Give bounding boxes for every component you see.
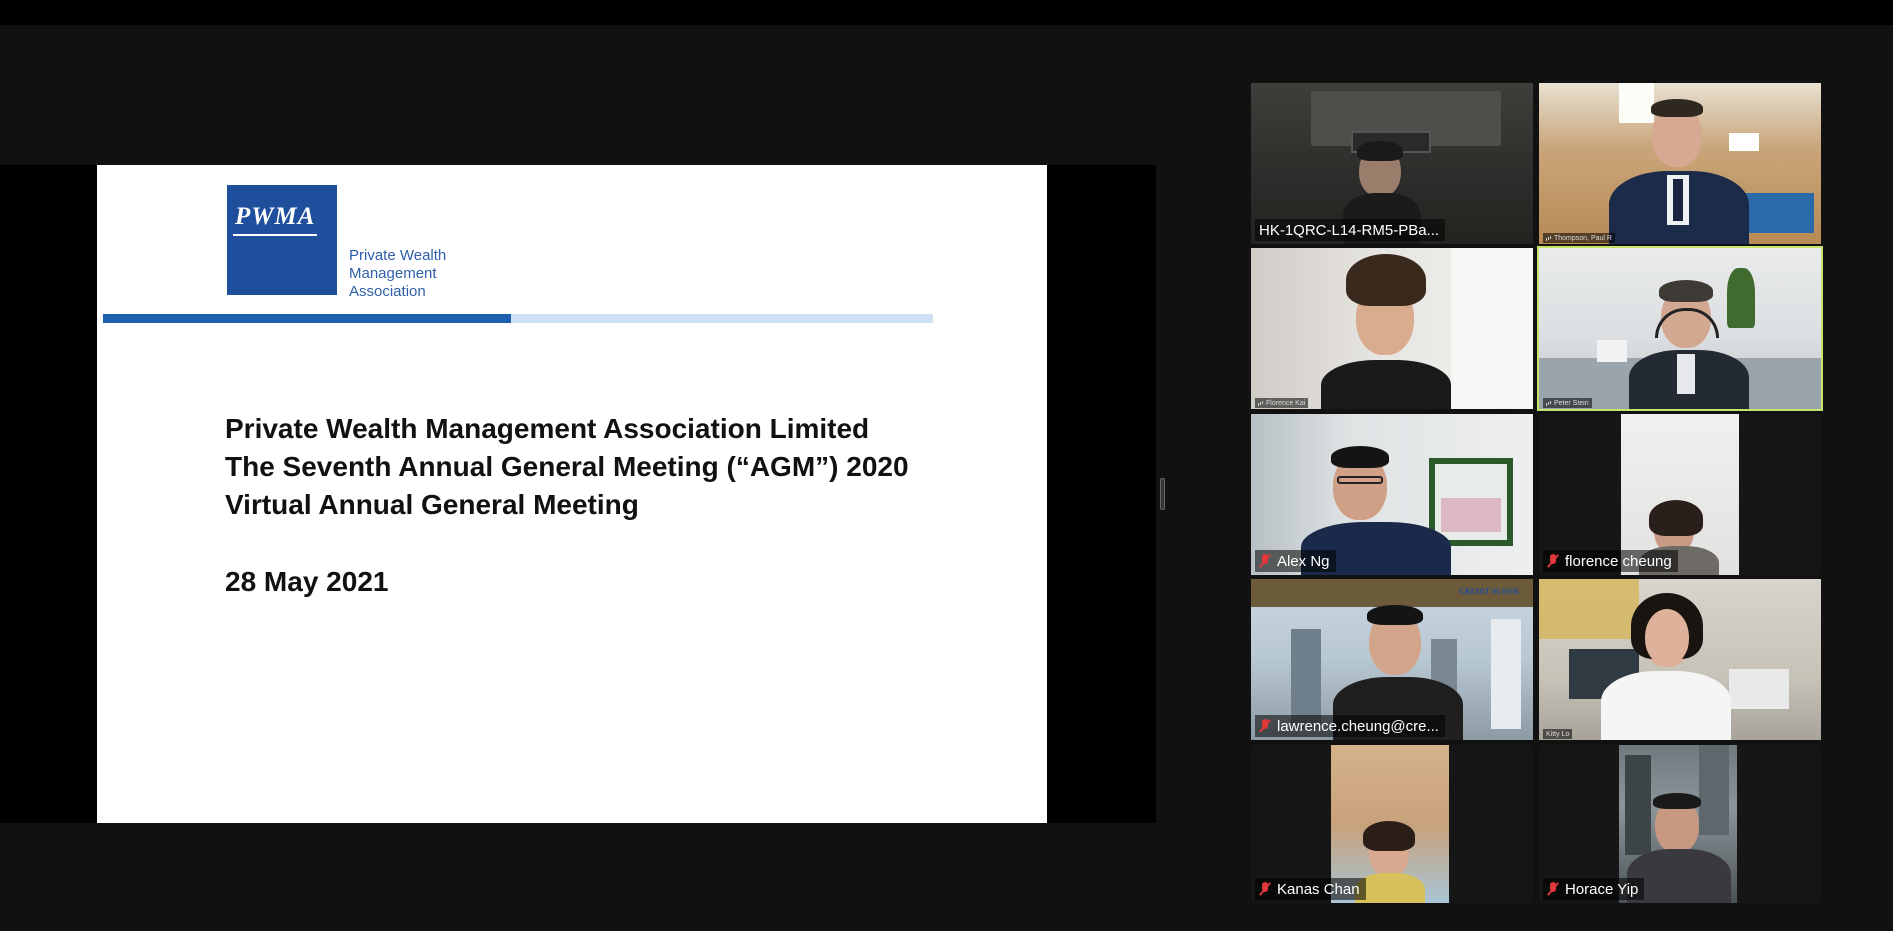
muted-microphone-icon <box>1547 554 1559 568</box>
participant-name-tag: Alex Ng <box>1255 550 1336 572</box>
participant-name-tag: Thompson, Paul R <box>1543 233 1615 243</box>
muted-microphone-icon <box>1547 882 1559 896</box>
participant-name-tag: Horace Yip <box>1543 878 1645 900</box>
participant-name-tag: lawrence.cheung@cre... <box>1255 715 1445 737</box>
video-tile[interactable]: Thompson, Paul R <box>1539 83 1821 244</box>
video-tile[interactable]: Horace Yip <box>1539 745 1821 903</box>
logo-subtitle-line-2: Management <box>349 265 437 282</box>
participant-name: Kanas Chan <box>1277 880 1360 898</box>
slide-date: 28 May 2021 <box>225 566 389 597</box>
signal-bars-icon <box>1546 235 1552 241</box>
participant-name-tag: Kitty Lo <box>1543 729 1573 739</box>
logo-subtitle-line-1: Private Wealth <box>349 247 447 264</box>
participant-name-tag: florence cheung <box>1543 550 1678 572</box>
participant-name: Florence Kai <box>1266 399 1306 407</box>
muted-microphone-icon <box>1259 882 1271 896</box>
participant-name: Kitty Lo <box>1546 730 1570 738</box>
video-tile[interactable]: Alex Ng <box>1251 414 1533 575</box>
participant-name: lawrence.cheung@cre... <box>1277 717 1439 735</box>
slide-title-line-3: Virtual Annual General Meeting <box>225 489 639 520</box>
video-tile[interactable]: Kitty Lo <box>1539 579 1821 740</box>
participant-name: HK-1QRC-L14-RM5-PBa... <box>1259 221 1440 239</box>
muted-microphone-icon <box>1259 554 1271 568</box>
slide-rule-light <box>511 314 933 323</box>
participant-name: Horace Yip <box>1565 880 1639 898</box>
signal-bars-icon <box>1258 400 1264 406</box>
muted-microphone-icon <box>1259 719 1271 733</box>
credit-suisse-watermark: CREDIT SUISSE <box>1459 587 1520 596</box>
participant-name-tag: Florence Kai <box>1255 398 1309 408</box>
window-top-bar <box>0 0 1893 25</box>
participant-name-tag: Peter Stein <box>1543 398 1592 408</box>
presentation-slide: PWMA Private Wealth Management Associati… <box>97 165 1047 823</box>
video-tile[interactable]: florence cheung <box>1539 414 1821 575</box>
participant-name: Peter Stein <box>1554 399 1589 407</box>
split-view-drag-handle[interactable] <box>1160 478 1165 510</box>
participant-name: Alex Ng <box>1277 552 1330 570</box>
shared-screen[interactable]: PWMA Private Wealth Management Associati… <box>0 165 1156 823</box>
participant-name-tag: HK-1QRC-L14-RM5-PBa... <box>1255 219 1446 241</box>
video-tile[interactable]: CREDIT SUISSE lawrence.cheung@cre... <box>1251 579 1533 740</box>
signal-bars-icon <box>1546 400 1552 406</box>
pwma-logo: PWMA <box>227 185 337 295</box>
video-tile-active-speaker[interactable]: Peter Stein <box>1537 246 1823 411</box>
participant-name: florence cheung <box>1565 552 1672 570</box>
video-tile[interactable]: HK-1QRC-L14-RM5-PBa... <box>1251 83 1533 244</box>
participant-name-tag: Kanas Chan <box>1255 878 1366 900</box>
slide-title-line-2: The Seventh Annual General Meeting (“AGM… <box>225 451 909 482</box>
slide-title-line-1: Private Wealth Management Association Li… <box>225 413 870 444</box>
logo-subtitle-line-3: Association <box>349 283 426 300</box>
video-tile[interactable]: Florence Kai <box>1251 248 1533 409</box>
participant-name: Thompson, Paul R <box>1554 234 1612 242</box>
slide-rule-dark <box>103 314 511 323</box>
pwma-logo-text: PWMA <box>232 203 318 236</box>
video-tile[interactable]: Kanas Chan <box>1251 745 1533 903</box>
